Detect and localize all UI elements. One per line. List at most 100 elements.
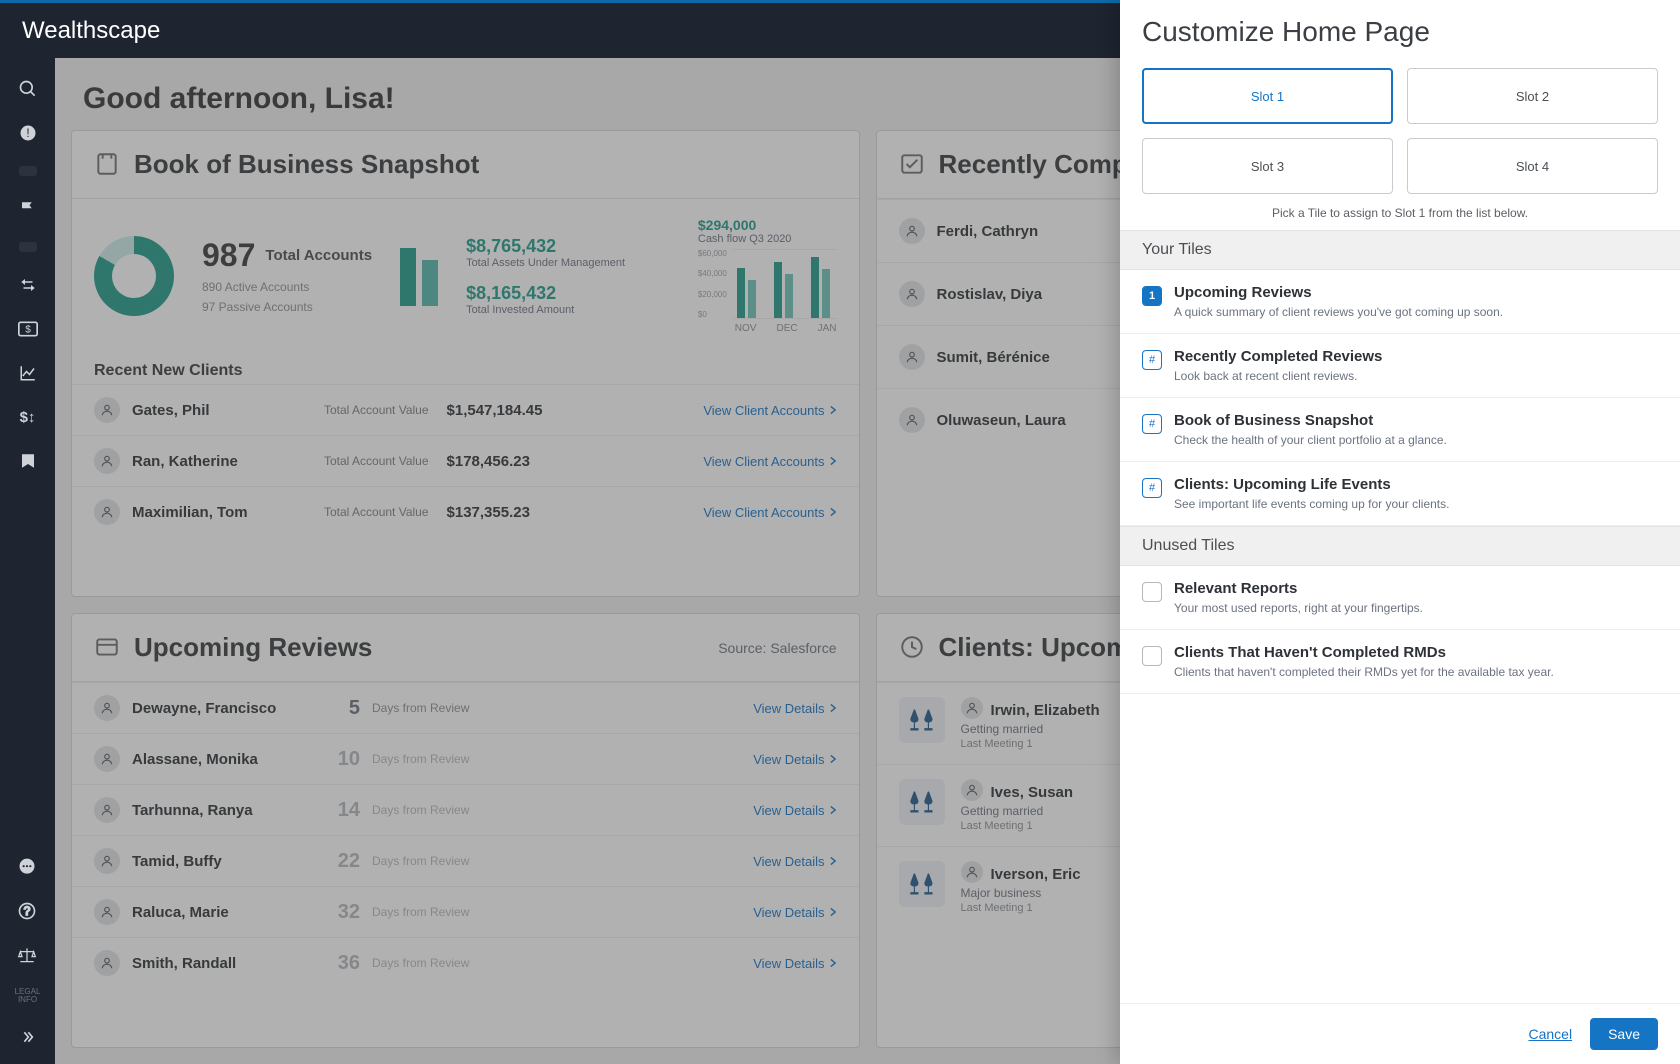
view-details-link[interactable]: View Details (753, 854, 836, 869)
x-tick: JAN (818, 323, 837, 334)
user-icon (94, 899, 120, 925)
cancel-button[interactable]: Cancel (1528, 1026, 1572, 1042)
user-icon (94, 397, 120, 423)
chart-icon[interactable] (17, 362, 39, 384)
tile-option[interactable]: 1 Upcoming ReviewsA quick summary of cli… (1120, 270, 1680, 334)
y-tick: $20,000 (698, 290, 727, 299)
flag-icon[interactable] (17, 198, 39, 220)
client-name: Raluca, Marie (132, 904, 312, 921)
panel-title: Customize Home Page (1120, 0, 1680, 62)
event-meta: Last Meeting 1 (961, 902, 1081, 914)
account-value: $178,456.23 (447, 453, 530, 470)
money-icon[interactable]: $ (17, 318, 39, 340)
legal-info-label[interactable]: LEGAL INFO (15, 988, 41, 1004)
total-invested-label: Total Invested Amount (466, 304, 625, 316)
svg-text:$: $ (25, 324, 31, 335)
chat-icon[interactable] (16, 856, 38, 878)
scales-icon[interactable] (16, 944, 38, 966)
user-icon (899, 407, 925, 433)
slot-badge: # (1142, 414, 1162, 434)
client-row: Gates, Phil Total Account Value $1,547,1… (72, 384, 859, 435)
event-desc: Getting married (961, 722, 1100, 736)
view-details-link[interactable]: View Details (753, 803, 836, 818)
cashflow-label: Cash flow Q3 2020 (698, 233, 837, 245)
nav-indicator-1 (19, 166, 37, 176)
card-icon (94, 634, 122, 662)
tav-label: Total Account Value (324, 403, 429, 417)
user-icon (899, 344, 925, 370)
view-accounts-link[interactable]: View Client Accounts (703, 454, 836, 469)
transfer-icon[interactable] (17, 274, 39, 296)
user-icon (94, 746, 120, 772)
mini-bar-chart (400, 246, 438, 306)
tile-option-title: Clients That Haven't Completed RMDs (1174, 644, 1446, 661)
tile-option-desc: A quick summary of client reviews you've… (1174, 305, 1503, 319)
slot-3[interactable]: Slot 3 (1142, 138, 1393, 194)
days-label: Days from Review (372, 854, 469, 868)
client-name: Smith, Randall (132, 955, 312, 972)
chart-column (774, 262, 793, 318)
days-label: Days from Review (372, 803, 469, 817)
tile-option-desc: Look back at recent client reviews. (1174, 369, 1382, 383)
snapshot-icon (94, 151, 122, 179)
slot-4[interactable]: Slot 4 (1407, 138, 1658, 194)
user-icon (94, 950, 120, 976)
user-icon (899, 281, 925, 307)
view-details-link[interactable]: View Details (753, 701, 836, 716)
expand-icon[interactable] (16, 1026, 38, 1048)
tile-source: Source: Salesforce (718, 640, 836, 656)
tile-option-desc: Clients that haven't completed their RMD… (1174, 665, 1554, 679)
tile-option[interactable]: # Book of Business SnapshotCheck the hea… (1120, 398, 1680, 462)
y-tick: $0 (698, 310, 727, 319)
user-icon (961, 697, 983, 719)
view-accounts-link[interactable]: View Client Accounts (703, 505, 836, 520)
tile-option-title: Book of Business Snapshot (1174, 412, 1373, 429)
account-value: $1,547,184.45 (447, 402, 543, 419)
user-icon (94, 499, 120, 525)
x-tick: DEC (776, 323, 797, 334)
tile-title: Upcoming Reviews (134, 632, 372, 663)
slot-1[interactable]: Slot 1 (1142, 68, 1393, 124)
slot-2[interactable]: Slot 2 (1407, 68, 1658, 124)
days-count: 14 (324, 799, 360, 822)
panel-hint: Pick a Tile to assign to Slot 1 from the… (1120, 206, 1680, 230)
tile-upcoming-reviews: Upcoming Reviews Source: Salesforce Dewa… (71, 613, 860, 1048)
help-icon[interactable]: ? (16, 900, 38, 922)
tile-option[interactable]: Relevant ReportsYour most used reports, … (1120, 566, 1680, 630)
accounts-label: Total Accounts (265, 247, 372, 264)
view-details-link[interactable]: View Details (753, 752, 836, 767)
alert-icon[interactable]: ! (17, 122, 39, 144)
search-icon[interactable] (17, 78, 39, 100)
account-value: $137,355.23 (447, 504, 530, 521)
event-desc: Major business (961, 886, 1081, 900)
view-details-link[interactable]: View Details (753, 956, 836, 971)
client-name: Sumit, Bérénice (937, 349, 1117, 366)
tile-option-title: Relevant Reports (1174, 580, 1297, 597)
slot-badge-empty (1142, 582, 1162, 602)
view-details-link[interactable]: View Details (753, 905, 836, 920)
y-tick: $60,000 (698, 249, 727, 258)
tile-option[interactable]: # Recently Completed ReviewsLook back at… (1120, 334, 1680, 398)
upcoming-row: Dewayne, Francisco 5 Days from Review Vi… (72, 682, 859, 733)
upcoming-row: Raluca, Marie 32 Days from Review View D… (72, 886, 859, 937)
trade-icon[interactable]: $↕ (17, 406, 39, 428)
slot-badge: # (1142, 478, 1162, 498)
cashflow-chart: $60,000 $40,000 $20,000 $0 (698, 249, 837, 334)
client-name: Ferdi, Cathryn (937, 223, 1117, 240)
event-meta: Last Meeting 1 (961, 820, 1074, 832)
tile-option[interactable]: # Clients: Upcoming Life EventsSee impor… (1120, 462, 1680, 526)
chart-column (737, 268, 756, 318)
client-name: Ives, Susan (991, 784, 1074, 801)
cashflow-value: $294,000 (698, 217, 837, 233)
bookmark-icon[interactable] (17, 450, 39, 472)
client-name: Irwin, Elizabeth (991, 702, 1100, 719)
days-count: 5 (324, 697, 360, 720)
slot-badge-empty (1142, 646, 1162, 666)
your-tiles-heading: Your Tiles (1120, 230, 1680, 270)
tile-option[interactable]: Clients That Haven't Completed RMDs Clien… (1120, 630, 1680, 694)
accounts-donut (94, 236, 174, 316)
save-button[interactable]: Save (1590, 1018, 1658, 1050)
total-assets-label: Total Assets Under Management (466, 257, 625, 269)
days-label: Days from Review (372, 905, 469, 919)
view-accounts-link[interactable]: View Client Accounts (703, 403, 836, 418)
